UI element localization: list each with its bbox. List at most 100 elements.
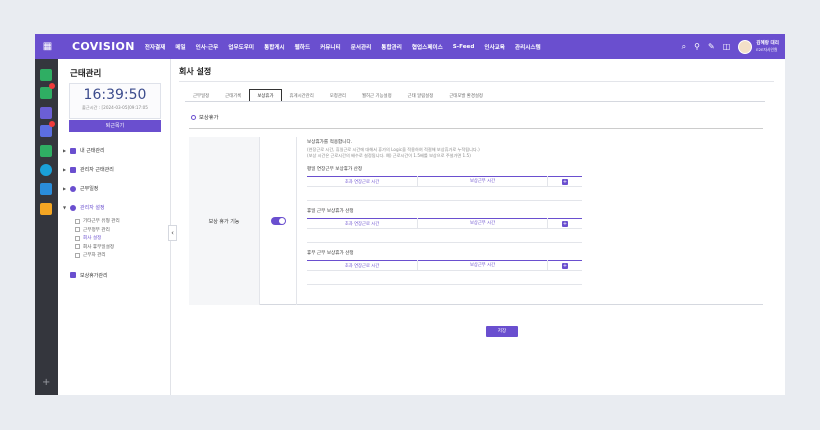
sidebar-item-label: 내 근태관리 [80, 148, 105, 154]
logo[interactable]: COVISION [72, 40, 135, 53]
sidebar-item-label: 근무일정 [80, 186, 99, 192]
avatar[interactable] [738, 39, 753, 54]
nav-item[interactable]: 업무도우미 [228, 43, 254, 51]
calc-table: 초과 연장근로 시간 보상근무 시간 + [307, 260, 582, 271]
nav-item[interactable]: 관리시스템 [515, 43, 541, 51]
clock-time: 16:39:50 [83, 87, 147, 103]
group-title: 휴일 근무 보상휴가 산정 [307, 209, 354, 214]
user-dept: E2E자사인원 [756, 46, 778, 52]
sidebar-item-admin-attendance[interactable]: ▶ 관리자 근태관리 [63, 160, 168, 179]
comp-leave-toggle[interactable] [270, 217, 286, 225]
gear-icon [70, 204, 76, 211]
submenu-item[interactable]: 회사 휴무일설정 [63, 243, 168, 252]
submenu-item[interactable]: 근무정부 관리 [63, 226, 168, 235]
nav-item[interactable]: S-Feed [453, 44, 475, 50]
doc-icon [75, 244, 80, 250]
user-name: 김혜랑 대리 [756, 40, 779, 46]
toggle-knob [278, 218, 285, 224]
app-grid-icon[interactable]: ▦ [35, 34, 60, 59]
group-title: 휴무 근무 보상휴가 산정 [307, 251, 354, 256]
toggle-cell [259, 137, 297, 305]
page-title: 회사 설정 [179, 67, 212, 76]
save-button[interactable]: 저장 [486, 326, 518, 337]
add-cell: + [547, 218, 582, 229]
search-icon[interactable]: ⌕ [682, 42, 686, 52]
nav-item[interactable]: 통합게시 [264, 43, 285, 51]
sidebar: 근태관리 16:39:50 출근시간 : [2024-03-05]09:17:0… [58, 59, 171, 395]
nav-item[interactable]: 통합관리 [381, 43, 402, 51]
left-rail: + [35, 59, 58, 395]
section-title-label: 보상휴가 [199, 115, 219, 121]
approval-badge [49, 121, 55, 127]
top-icons: ⌕ ⚲ ✎ ◫ 김혜랑 대리 E2E자사인원 [674, 34, 779, 59]
add-cell: + [547, 176, 582, 187]
clock-icon [70, 185, 76, 192]
edit-icon[interactable]: ✎ [708, 42, 715, 51]
drive-app-icon[interactable] [40, 164, 52, 176]
window-icon[interactable]: ◫ [723, 42, 731, 51]
schedule-app-icon[interactable] [40, 203, 52, 215]
sidebar-item-my-attendance[interactable]: ▶ 내 근태관리 [63, 141, 168, 160]
note-app-icon[interactable] [40, 107, 52, 119]
column-header: 초과 연장근로 시간 [344, 179, 380, 185]
submenu-label: 근무정부 관리 [83, 227, 110, 233]
clock-in-time: 출근시간 : [2024-03-05]09:17:05 [82, 105, 148, 110]
circle-icon [191, 114, 196, 120]
nav-item[interactable]: 웹하드 [295, 43, 310, 51]
mail-app-icon[interactable] [40, 69, 52, 81]
nav-item[interactable]: 문서관리 [351, 43, 372, 51]
person-icon[interactable]: ⚲ [694, 42, 700, 51]
nav-item[interactable]: 협업스페이스 [412, 43, 443, 51]
nav-item[interactable]: 인사교육 [484, 43, 505, 51]
add-row-button[interactable]: + [562, 178, 568, 185]
punch-out-button[interactable]: 퇴근목기 [69, 120, 161, 132]
doc-icon [75, 235, 80, 241]
submenu-item[interactable]: 회사 설정 [63, 234, 168, 243]
sidebar-item-comp-leave[interactable]: 보상휴가관리 [63, 266, 168, 285]
nav-item[interactable]: 메일 [175, 43, 185, 51]
submenu-label: 기타근무 유형 관리 [83, 219, 120, 225]
add-cell: + [547, 260, 582, 271]
description-note: (연장근로 시간, 휴일근로 시간에 대해서 휴가의 Logic을 적용하여 적… [307, 147, 757, 159]
group-title: 평일 연장근무 보상휴가 산정 [307, 167, 363, 172]
note-line: (보상 시간은 근로시간의 배수로 설정됩니다. 예) 근로시간이 1.5배를 … [307, 153, 471, 158]
settings-content: 보상휴가를 적용합니다. (연장근로 시간, 휴일근로 시간에 대해서 휴가의 … [307, 139, 757, 285]
chevron-right-icon: ▶ [63, 186, 67, 191]
clock-box: 16:39:50 출근시간 : [2024-03-05]09:17:05 [69, 83, 161, 119]
table-empty-row [307, 271, 582, 285]
add-row-button[interactable]: + [562, 262, 568, 269]
sidebar-item-schedule[interactable]: ▶ 근무일정 [63, 179, 168, 198]
calc-table: 초과 연장근로 시간 보상근무 시간 + [307, 176, 582, 187]
add-row-button[interactable]: + [562, 220, 568, 227]
sidebar-item-label: 관리자 설정 [80, 205, 105, 211]
folder-icon [70, 166, 76, 173]
column-header: 초과 연장근로 시간 [344, 263, 380, 269]
board-app-icon[interactable] [40, 145, 52, 157]
table-empty-row [307, 187, 582, 201]
global-nav: 전자결재 메일 인사·근무 업무도우미 통합게시 웹하드 커뮤니티 문서관리 통… [145, 43, 551, 51]
sidebar-collapse-button[interactable]: ‹ [168, 225, 177, 241]
people-app-icon[interactable] [40, 183, 52, 195]
column-header: 보상근무 시간 [417, 260, 547, 271]
settings-panel: 보상 휴가 기능 보상휴가를 적용합니다. (연장근로 시간, 휴일근로 시간에… [189, 129, 763, 305]
plus-icon[interactable]: + [42, 377, 50, 388]
user-info[interactable]: 김혜랑 대리 E2E자사인원 [756, 41, 779, 53]
notification-badge [49, 83, 55, 89]
column-header: 보상근무 시간 [417, 218, 547, 229]
column-header: 초과 연장근로 시간 [344, 221, 380, 227]
top-nav-bar: ▦ COVISION 전자결재 메일 인사·근무 업무도우미 통합게시 웹하드 … [35, 34, 785, 59]
nav-item[interactable]: 인사·근무 [196, 43, 219, 51]
chevron-right-icon: ▶ [63, 148, 67, 153]
nav-item[interactable]: 커뮤니티 [320, 43, 341, 51]
column-header: 보상근무 시간 [417, 176, 547, 187]
sidebar-item-admin-settings[interactable]: ▼ 관리자 설정 [63, 198, 168, 217]
submenu-item[interactable]: 기타근무 유형 관리 [63, 217, 168, 226]
doc-icon [75, 218, 80, 224]
divider [185, 101, 765, 102]
submenu-item[interactable]: 근무자 관리 [63, 251, 168, 260]
submenu-label: 근무자 관리 [83, 253, 106, 259]
main-content: 회사 설정 근무일정 근태기록 보상휴가 휴게시간관리 모청관리 월허근 기능설… [179, 59, 785, 395]
sidebar-menu: ▶ 내 근태관리 ▶ 관리자 근태관리 ▶ 근무일정 ▼ 관리자 설정 기타근무 유형 … [63, 141, 168, 285]
nav-item[interactable]: 전자결재 [145, 43, 166, 51]
section-title: 보상휴가 [191, 113, 219, 121]
